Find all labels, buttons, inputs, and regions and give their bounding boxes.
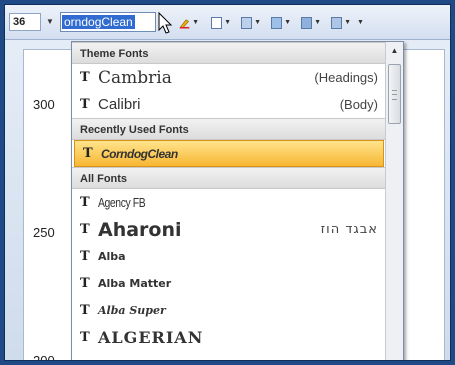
truetype-icon: T <box>80 303 90 318</box>
more-icon[interactable]: ▼ <box>331 15 351 30</box>
truetype-icon: T <box>80 276 90 291</box>
mouse-pointer-icon <box>158 11 173 34</box>
font-size-input[interactable]: 36 <box>9 13 41 31</box>
truetype-icon: T <box>80 222 90 237</box>
scrollbar-thumb[interactable] <box>388 64 401 124</box>
font-sample: אבגד הוז <box>320 222 378 237</box>
font-name-value: orndogClean <box>62 15 135 29</box>
truetype-icon: T <box>83 146 93 161</box>
formatting-toolbar: 36 ▼ orndogClean ▼ ▼ ▼ ▼ ▼ ▼ ▼ <box>5 5 450 40</box>
section-header-theme-fonts: Theme Fonts <box>72 42 386 64</box>
grip-icon <box>392 90 397 100</box>
truetype-icon: T <box>80 195 90 210</box>
font-name: ALGERIAN <box>98 328 204 347</box>
font-item-calibri[interactable]: T Calibri (Body) <box>72 91 386 118</box>
font-name: Cambria <box>98 67 172 88</box>
font-name: Calibri <box>98 96 141 113</box>
scroll-up-arrow-icon[interactable]: ▲ <box>387 44 402 58</box>
font-name-input[interactable]: orndogClean <box>60 12 156 32</box>
font-item-alba-matter[interactable]: T Alba Matter <box>72 270 386 297</box>
axis-tick-label: 300 <box>33 97 55 112</box>
font-name: Alba Super <box>98 304 166 317</box>
insert-chart-icon[interactable]: ▼ <box>211 15 231 30</box>
truetype-icon: T <box>80 97 90 112</box>
font-item-algerian[interactable]: T ALGERIAN <box>72 324 386 351</box>
font-dropdown-menu: Theme Fonts T Cambria (Headings) T Calib… <box>71 41 404 360</box>
font-item-alba[interactable]: T Alba <box>72 243 386 270</box>
shape-icon[interactable]: ▼ <box>301 15 321 30</box>
axis-tick-label: 250 <box>33 225 55 240</box>
font-item-aharoni[interactable]: T Aharoni אבגד הוז <box>72 216 386 243</box>
truetype-icon: T <box>80 70 90 85</box>
highlight-icon[interactable]: ▼ <box>179 15 199 30</box>
font-list: Theme Fonts T Cambria (Headings) T Calib… <box>72 42 386 351</box>
axis-tick-label: 200 <box>33 353 55 361</box>
truetype-icon: T <box>80 330 90 345</box>
font-item-corndogclean[interactable]: T CorndogClean <box>74 140 384 167</box>
font-item-agency-fb[interactable]: T Agency FB <box>72 189 386 216</box>
vertical-scrollbar[interactable]: ▲ <box>385 42 403 360</box>
application-window: 36 ▼ orndogClean ▼ ▼ ▼ ▼ ▼ ▼ ▼ 300 250 2… <box>4 4 451 361</box>
section-header-recent-fonts: Recently Used Fonts <box>72 118 386 140</box>
font-name: Aharoni <box>98 218 182 241</box>
font-role: (Body) <box>339 97 378 112</box>
font-name: CorndogClean <box>101 146 178 161</box>
font-name: Agency FB <box>98 195 146 210</box>
font-item-alba-super[interactable]: T Alba Super <box>72 297 386 324</box>
font-size-dropdown-icon[interactable]: ▼ <box>43 13 57 31</box>
table-icon[interactable]: ▼ <box>241 15 261 30</box>
font-item-cambria[interactable]: T Cambria (Headings) <box>72 64 386 91</box>
section-header-all-fonts: All Fonts <box>72 167 386 189</box>
font-role: (Headings) <box>314 70 378 85</box>
toolbar-options-icon[interactable]: ▼ <box>357 15 367 30</box>
font-name: Alba Matter <box>98 277 172 290</box>
font-name: Alba <box>98 250 126 263</box>
truetype-icon: T <box>80 249 90 264</box>
picture-icon[interactable]: ▼ <box>271 15 291 30</box>
